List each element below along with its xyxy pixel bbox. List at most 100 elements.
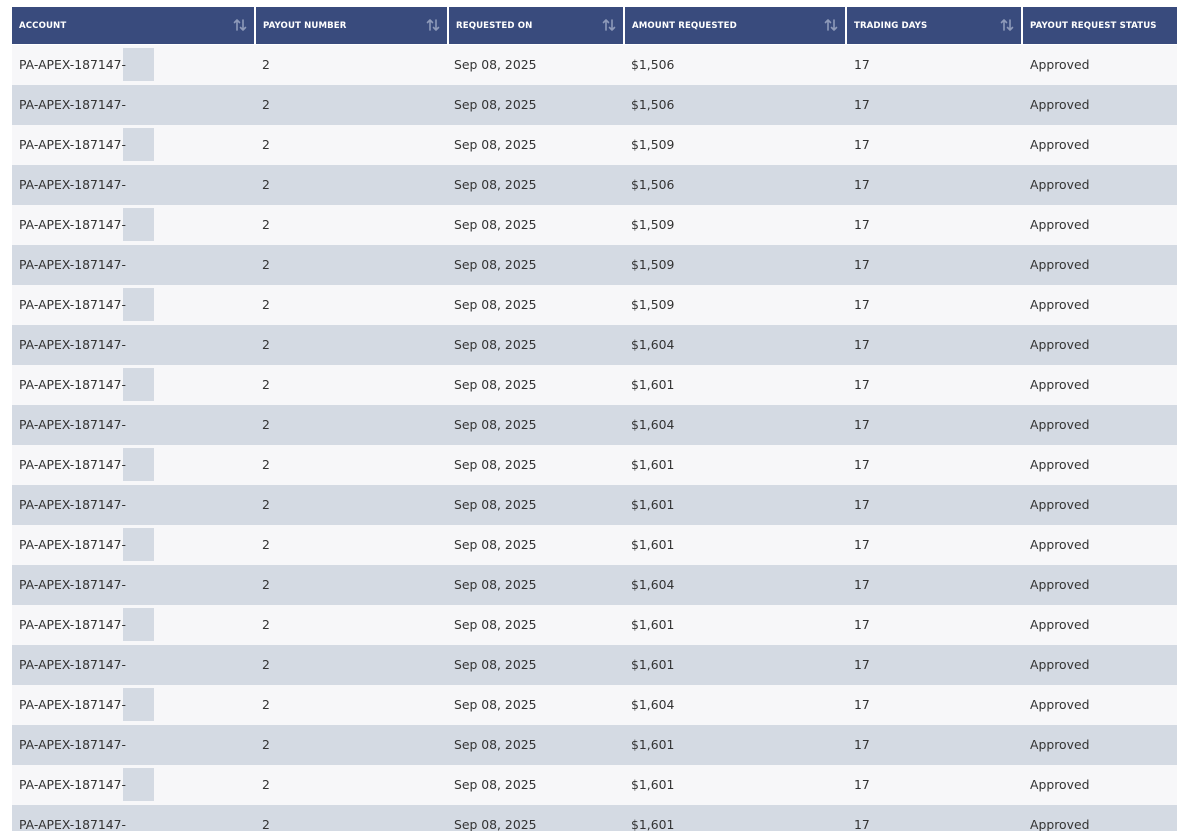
- cell-status: Approved: [1030, 737, 1090, 752]
- cell-account: PA-APEX-187147-: [12, 245, 256, 284]
- cell-payout-number: 2: [262, 537, 270, 552]
- table-row[interactable]: PA-APEX-187147- 2 Sep 08, 2025 $1,601 17 Appr…: [12, 525, 1177, 565]
- redaction-block: [123, 568, 154, 601]
- cell-payout-number: 2: [262, 177, 270, 192]
- sort-arrows-icon[interactable]: [425, 17, 441, 33]
- redaction-block: [123, 448, 154, 481]
- account-id-text: PA-APEX-187147-: [19, 57, 126, 72]
- redaction-block: [123, 688, 154, 721]
- cell-trading-days: 17: [854, 337, 870, 352]
- column-header-requested-on[interactable]: REQUESTED ON: [449, 7, 625, 44]
- cell-account: PA-APEX-187147-: [12, 325, 256, 364]
- table-row[interactable]: PA-APEX-187147- 2 Sep 08, 2025 $1,506 17 Appr…: [12, 165, 1177, 205]
- cell-account: PA-APEX-187147-: [12, 445, 256, 484]
- cell-requested-on: Sep 08, 2025: [454, 577, 537, 592]
- account-id-text: PA-APEX-187147-: [19, 217, 126, 232]
- redaction-block: [123, 288, 154, 321]
- cell-requested-on: Sep 08, 2025: [454, 137, 537, 152]
- cell-account: PA-APEX-187147-: [12, 645, 256, 684]
- redaction-block: [123, 488, 154, 521]
- table-row[interactable]: PA-APEX-187147- 2 Sep 08, 2025 $1,601 17 Appr…: [12, 605, 1177, 645]
- table-row[interactable]: PA-APEX-187147- 2 Sep 08, 2025 $1,604 17 Appr…: [12, 325, 1177, 365]
- cell-amount-requested: $1,509: [631, 217, 675, 232]
- cell-amount-requested: $1,601: [631, 537, 675, 552]
- redaction-block: [123, 368, 154, 401]
- cell-amount-requested: $1,601: [631, 657, 675, 672]
- table-row[interactable]: PA-APEX-187147- 2 Sep 08, 2025 $1,601 17 Appr…: [12, 485, 1177, 525]
- column-header-label: ACCOUNT: [19, 20, 67, 31]
- cell-requested-on: Sep 08, 2025: [454, 537, 537, 552]
- table-row[interactable]: PA-APEX-187147- 2 Sep 08, 2025 $1,604 17 Appr…: [12, 685, 1177, 725]
- cell-status: Approved: [1030, 337, 1090, 352]
- cell-trading-days: 17: [854, 737, 870, 752]
- account-id-text: PA-APEX-187147-: [19, 657, 126, 672]
- cell-amount-requested: $1,506: [631, 57, 675, 72]
- cell-trading-days: 17: [854, 817, 870, 831]
- cell-status: Approved: [1030, 297, 1090, 312]
- cell-trading-days: 17: [854, 57, 870, 72]
- table-row[interactable]: PA-APEX-187147- 2 Sep 08, 2025 $1,509 17 Appr…: [12, 205, 1177, 245]
- table-row[interactable]: PA-APEX-187147- 2 Sep 08, 2025 $1,604 17 Appr…: [12, 565, 1177, 605]
- sort-arrows-icon[interactable]: [601, 17, 617, 33]
- cell-payout-number: 2: [262, 817, 270, 831]
- table-row[interactable]: PA-APEX-187147- 2 Sep 08, 2025 $1,509 17 Appr…: [12, 285, 1177, 325]
- table-row[interactable]: PA-APEX-187147- 2 Sep 08, 2025 $1,601 17 Appr…: [12, 645, 1177, 685]
- cell-requested-on: Sep 08, 2025: [454, 97, 537, 112]
- cell-status: Approved: [1030, 817, 1090, 831]
- cell-account: PA-APEX-187147-: [12, 725, 256, 764]
- cell-trading-days: 17: [854, 257, 870, 272]
- redaction-block: [123, 808, 154, 831]
- cell-requested-on: Sep 08, 2025: [454, 497, 537, 512]
- table-row[interactable]: PA-APEX-187147- 2 Sep 08, 2025 $1,601 17 Appr…: [12, 805, 1177, 831]
- account-id-text: PA-APEX-187147-: [19, 697, 126, 712]
- sort-arrows-icon[interactable]: [823, 17, 839, 33]
- cell-account: PA-APEX-187147-: [12, 205, 256, 244]
- cell-status: Approved: [1030, 577, 1090, 592]
- table-row[interactable]: PA-APEX-187147- 2 Sep 08, 2025 $1,601 17 Appr…: [12, 765, 1177, 805]
- cell-requested-on: Sep 08, 2025: [454, 617, 537, 632]
- account-id-text: PA-APEX-187147-: [19, 97, 126, 112]
- table-row[interactable]: PA-APEX-187147- 2 Sep 08, 2025 $1,604 17 Appr…: [12, 405, 1177, 445]
- cell-account: PA-APEX-187147-: [12, 805, 256, 831]
- cell-account: PA-APEX-187147-: [12, 565, 256, 604]
- cell-status: Approved: [1030, 257, 1090, 272]
- column-header-account[interactable]: ACCOUNT: [12, 7, 256, 44]
- cell-account: PA-APEX-187147-: [12, 85, 256, 124]
- table-row[interactable]: PA-APEX-187147- 2 Sep 08, 2025 $1,601 17 Appr…: [12, 725, 1177, 765]
- cell-amount-requested: $1,601: [631, 457, 675, 472]
- sort-arrows-icon[interactable]: [232, 17, 248, 33]
- cell-trading-days: 17: [854, 497, 870, 512]
- redaction-block: [123, 128, 154, 161]
- table-body: PA-APEX-187147- 2 Sep 08, 2025 $1,506 17 Appr…: [12, 45, 1177, 831]
- cell-amount-requested: $1,601: [631, 777, 675, 792]
- cell-payout-number: 2: [262, 617, 270, 632]
- table-row[interactable]: PA-APEX-187147- 2 Sep 08, 2025 $1,506 17 Appr…: [12, 85, 1177, 125]
- cell-requested-on: Sep 08, 2025: [454, 257, 537, 272]
- column-header-payout-number[interactable]: PAYOUT NUMBER: [256, 7, 449, 44]
- cell-amount-requested: $1,604: [631, 417, 675, 432]
- redaction-block: [123, 168, 154, 201]
- account-id-text: PA-APEX-187147-: [19, 337, 126, 352]
- cell-amount-requested: $1,601: [631, 377, 675, 392]
- column-header-label: REQUESTED ON: [456, 20, 533, 31]
- column-header-payout-request-status[interactable]: PAYOUT REQUEST STATUS: [1023, 7, 1177, 44]
- column-header-amount-requested[interactable]: AMOUNT REQUESTED: [625, 7, 847, 44]
- cell-status: Approved: [1030, 217, 1090, 232]
- sort-arrows-icon[interactable]: [999, 17, 1015, 33]
- table-row[interactable]: PA-APEX-187147- 2 Sep 08, 2025 $1,601 17 Appr…: [12, 365, 1177, 405]
- table-row[interactable]: PA-APEX-187147- 2 Sep 08, 2025 $1,509 17 Appr…: [12, 125, 1177, 165]
- cell-account: PA-APEX-187147-: [12, 525, 256, 564]
- table-row[interactable]: PA-APEX-187147- 2 Sep 08, 2025 $1,506 17 Appr…: [12, 45, 1177, 85]
- column-header-trading-days[interactable]: TRADING DAYS: [847, 7, 1023, 44]
- cell-payout-number: 2: [262, 337, 270, 352]
- cell-status: Approved: [1030, 57, 1090, 72]
- cell-payout-number: 2: [262, 377, 270, 392]
- cell-trading-days: 17: [854, 217, 870, 232]
- account-id-text: PA-APEX-187147-: [19, 777, 126, 792]
- table-row[interactable]: PA-APEX-187147- 2 Sep 08, 2025 $1,601 17 Appr…: [12, 445, 1177, 485]
- table-row[interactable]: PA-APEX-187147- 2 Sep 08, 2025 $1,509 17 Appr…: [12, 245, 1177, 285]
- cell-payout-number: 2: [262, 577, 270, 592]
- redaction-block: [123, 88, 154, 121]
- redaction-block: [123, 248, 154, 281]
- cell-requested-on: Sep 08, 2025: [454, 737, 537, 752]
